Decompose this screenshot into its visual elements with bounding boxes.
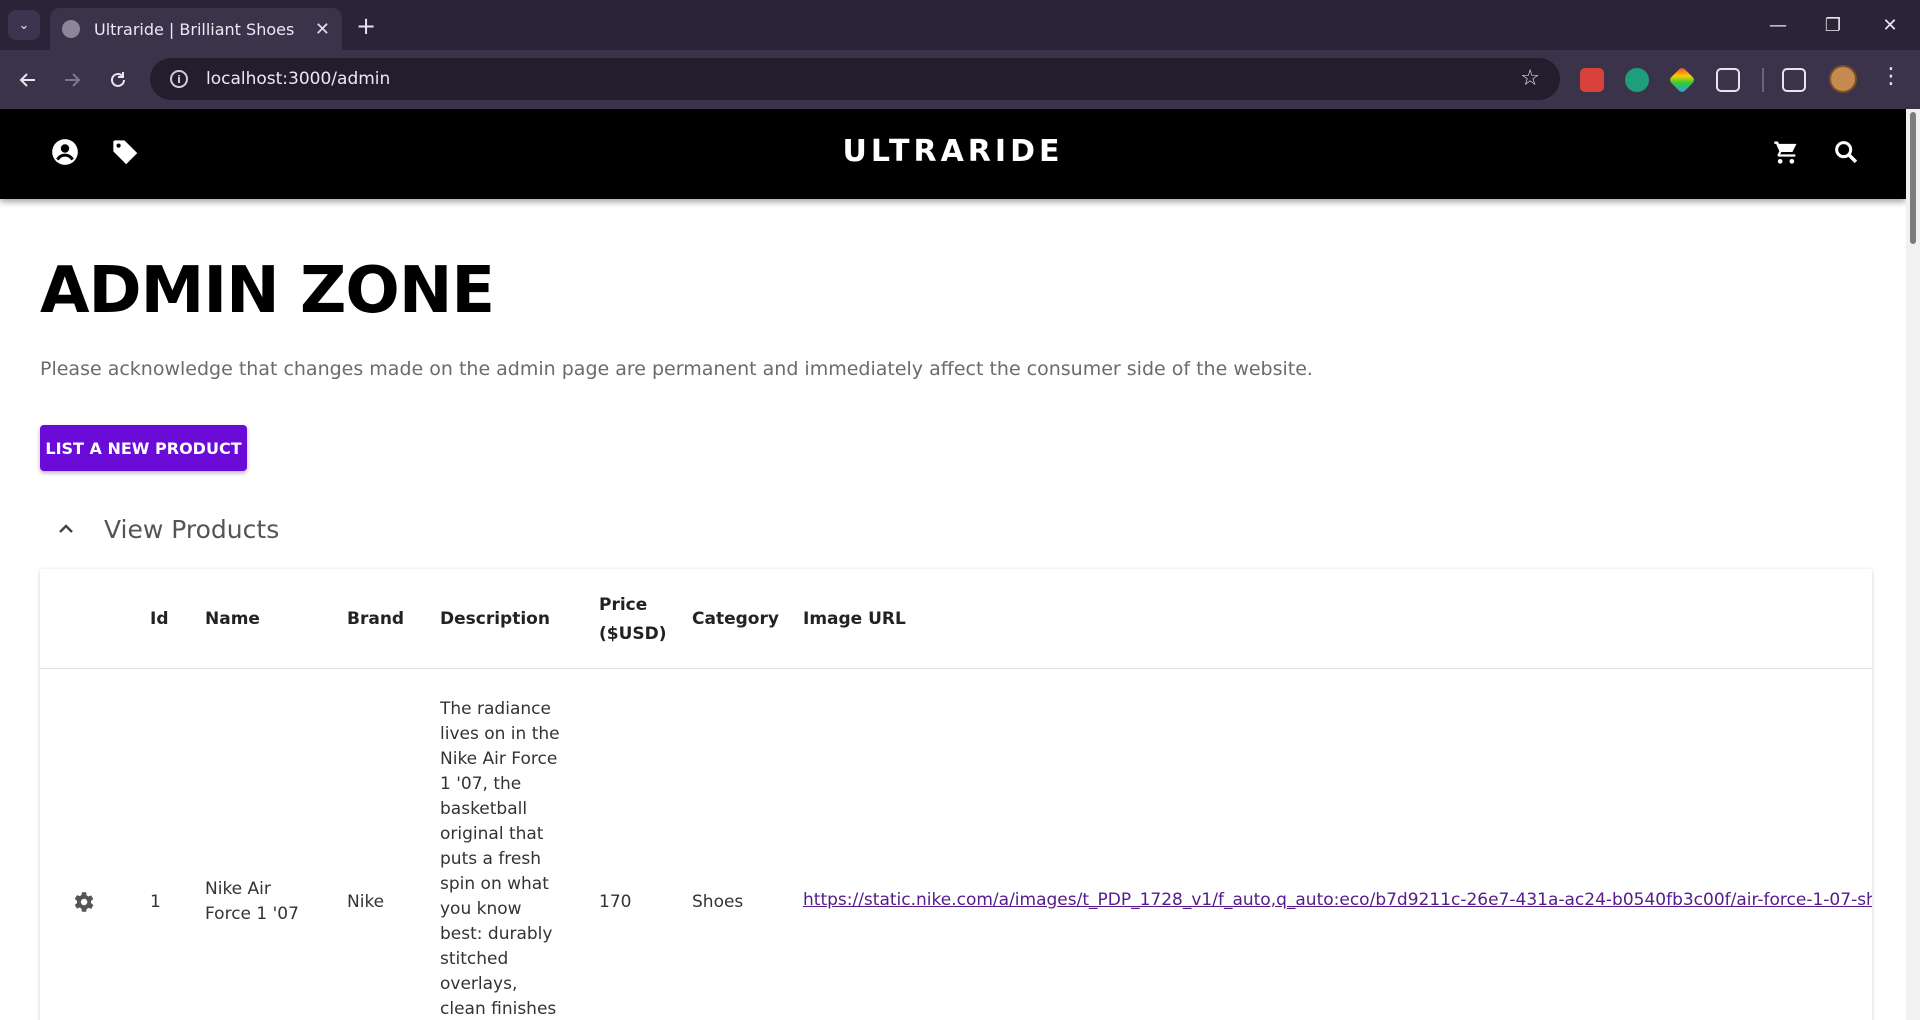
scrollbar-thumb[interactable] — [1910, 112, 1916, 244]
info-icon[interactable]: i — [170, 70, 188, 88]
admin-warning-text: Please acknowledge that changes made on … — [40, 358, 1313, 380]
star-icon[interactable]: ☆ — [1520, 66, 1540, 91]
reload-icon — [111, 72, 125, 87]
url-text[interactable]: localhost:3000/admin — [206, 69, 390, 89]
back-arrow-icon — [19, 73, 35, 87]
cell-brand: Nike — [347, 892, 385, 912]
column-header-id[interactable]: Id — [150, 605, 169, 634]
list-new-product-button[interactable]: LIST A NEW PRODUCT — [40, 425, 247, 471]
column-header-name[interactable]: Name — [205, 605, 260, 634]
browser-titlebar: ⌄ Ultraride | Brilliant Shoes ✕ + — ❐ ✕ — [0, 0, 1920, 50]
page-scrollbar[interactable] — [1906, 109, 1920, 1020]
column-header-image-url[interactable]: Image URL — [803, 605, 906, 634]
browser-toolbar: i localhost:3000/admin ☆ — [0, 50, 1920, 109]
section-title: View Products — [104, 514, 280, 544]
table-header-divider — [40, 668, 1872, 669]
column-header-price-line2: ($USD) — [599, 624, 667, 644]
cell-description: The radiance lives on in the Nike Air Fo… — [440, 699, 560, 1019]
site-header: ULTRARIDE — [0, 109, 1906, 199]
avatar[interactable] — [1829, 65, 1857, 93]
tab-close-icon[interactable]: ✕ — [315, 19, 330, 40]
column-header-category[interactable]: Category — [692, 605, 779, 634]
back-button[interactable] — [12, 64, 44, 96]
minimize-button[interactable]: — — [1763, 12, 1793, 38]
column-header-price-line1: Price — [599, 595, 648, 615]
globe-icon — [62, 20, 80, 38]
cart-icon[interactable] — [1772, 138, 1800, 166]
reload-button[interactable] — [102, 64, 134, 96]
more-menu-icon[interactable]: ⋮ — [1880, 64, 1902, 89]
column-header-price[interactable]: Price ($USD) — [599, 591, 667, 649]
tab-title: Ultraride | Brilliant Shoes — [94, 19, 295, 39]
cell-price: 170 — [599, 892, 632, 912]
column-header-brand[interactable]: Brand — [347, 605, 404, 634]
chevron-down-icon: ⌄ — [18, 17, 30, 33]
chevron-up-icon[interactable] — [40, 517, 92, 541]
tab-search-button[interactable]: ⌄ — [8, 10, 40, 40]
cell-name: Nike Air Force 1 '07 — [205, 879, 299, 924]
extension-icon[interactable] — [1580, 68, 1604, 92]
forward-button[interactable] — [56, 64, 88, 96]
address-bar[interactable]: i localhost:3000/admin ☆ — [150, 58, 1560, 100]
search-icon[interactable] — [1832, 138, 1860, 166]
new-tab-button[interactable]: + — [352, 12, 380, 40]
puzzle-icon[interactable] — [1716, 68, 1740, 92]
page-viewport: ULTRARIDE ADMIN ZONE Please acknowledge … — [0, 109, 1906, 1020]
view-products-accordion-header[interactable]: View Products — [40, 507, 279, 551]
cell-category: Shoes — [692, 892, 744, 912]
side-panel-icon[interactable] — [1782, 68, 1806, 92]
gear-icon[interactable] — [70, 889, 96, 915]
extension-icon[interactable] — [1625, 68, 1649, 92]
column-header-description[interactable]: Description — [440, 605, 550, 634]
browser-tab[interactable]: Ultraride | Brilliant Shoes ✕ — [50, 8, 342, 50]
brand-logo[interactable]: ULTRARIDE — [0, 134, 1906, 169]
window-close-button[interactable]: ✕ — [1875, 12, 1905, 38]
forward-arrow-icon — [65, 73, 81, 87]
restore-button[interactable]: ❐ — [1818, 12, 1848, 38]
extension-icon[interactable] — [1668, 66, 1696, 94]
toolbar-divider — [1762, 68, 1764, 92]
page-title: ADMIN ZONE — [40, 254, 495, 328]
products-table: Id Name Brand Description Price ($USD) C… — [40, 569, 1872, 1020]
cell-id: 1 — [150, 892, 161, 912]
cell-image-url-link[interactable]: https://static.nike.com/a/images/t_PDP_1… — [803, 890, 1872, 910]
